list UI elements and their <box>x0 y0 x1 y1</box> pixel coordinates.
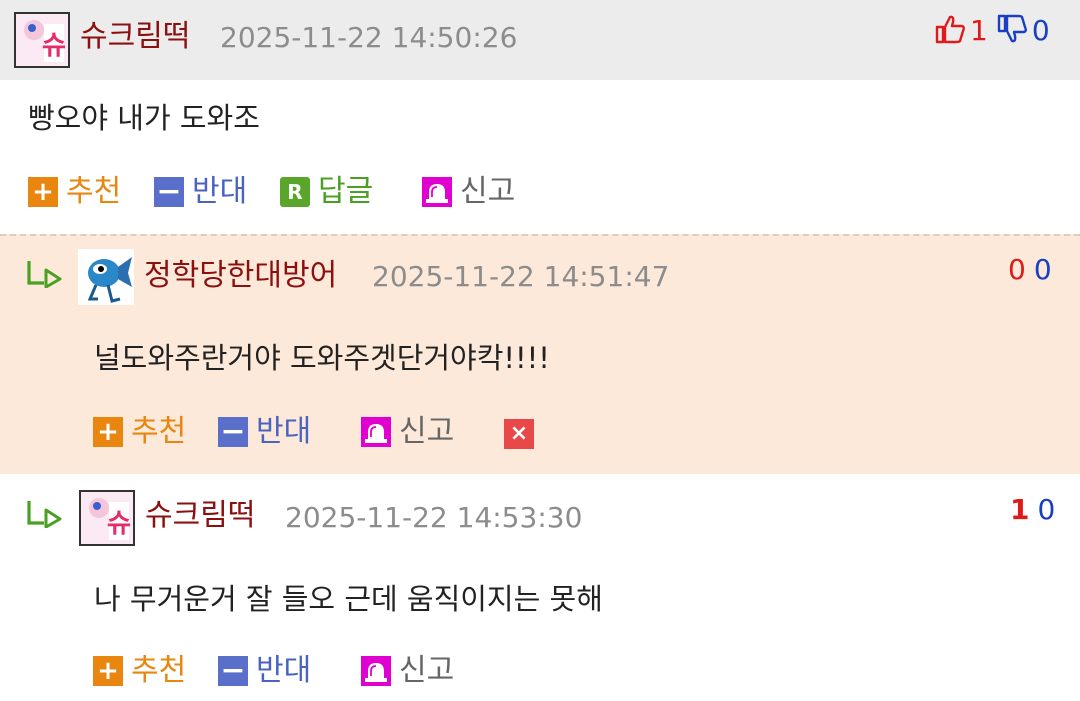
avatar-shucream-icon: 슈 <box>16 14 68 66</box>
recommend-button[interactable]: + 추천 <box>93 417 186 447</box>
report-label: 신고 <box>460 174 516 209</box>
minus-icon: − <box>154 177 184 207</box>
oppose-label: 반대 <box>256 653 312 688</box>
reply-arrow-icon <box>26 258 64 292</box>
siren-icon <box>361 656 391 686</box>
reply-button[interactable]: R 답글 <box>280 177 373 207</box>
downvote-count: 0 <box>1033 253 1052 286</box>
report-button[interactable]: 신고 <box>361 417 454 447</box>
plus-icon: + <box>93 417 123 447</box>
minus-icon: − <box>218 656 248 686</box>
report-label: 신고 <box>399 414 455 449</box>
thumbs-up-icon[interactable] <box>934 14 966 48</box>
comment-text: 나 무거운거 잘 들오 근데 움직이지는 못해 <box>94 582 603 616</box>
recommend-label: 추천 <box>131 414 187 449</box>
avatar[interactable]: 슈 <box>79 490 135 546</box>
comment-author[interactable]: 슈크림떡 <box>80 22 190 52</box>
vote-counter: 0 0 <box>1008 256 1052 284</box>
upvote-count: 1 <box>970 14 988 47</box>
comment-timestamp: 2025-11-22 14:53:30 <box>285 501 583 534</box>
comment-timestamp: 2025-11-22 14:51:47 <box>372 260 670 293</box>
vote-counter: 1 0 <box>934 14 1050 48</box>
vote-counter: 1 0 <box>1010 496 1055 524</box>
oppose-label: 반대 <box>256 414 312 449</box>
close-icon: × <box>504 419 534 449</box>
comment-text: 빵오야 내가 도와조 <box>28 101 260 135</box>
plus-icon: + <box>93 656 123 686</box>
svg-text:슈: 슈 <box>42 31 66 61</box>
svg-text:슈: 슈 <box>107 509 131 539</box>
report-button[interactable]: 신고 <box>422 177 515 207</box>
recommend-button[interactable]: + 추천 <box>28 177 121 207</box>
recommend-label: 추천 <box>131 653 187 688</box>
avatar-bluefish-icon <box>78 249 134 305</box>
reply-icon: R <box>280 177 310 207</box>
avatar[interactable] <box>78 249 134 305</box>
comment-text: 널도와주란거야 도와주겟단거야칵!!!! <box>94 341 550 375</box>
recommend-label: 추천 <box>66 174 122 209</box>
thumbs-down-icon[interactable] <box>996 14 1028 48</box>
oppose-button[interactable]: − 반대 <box>218 417 311 447</box>
downvote-count: 0 <box>1031 14 1050 47</box>
oppose-button[interactable]: − 반대 <box>218 656 311 686</box>
upvote-count: 1 <box>1010 493 1030 526</box>
plus-icon: + <box>28 177 58 207</box>
delete-button[interactable]: × <box>504 419 542 449</box>
siren-icon <box>361 417 391 447</box>
oppose-label: 반대 <box>192 174 248 209</box>
avatar-shucream-icon: 슈 <box>81 492 133 544</box>
comment-author[interactable]: 슈크림떡 <box>145 501 255 531</box>
comment-author[interactable]: 정학당한대방어 <box>144 261 337 291</box>
minus-icon: − <box>218 417 248 447</box>
reply-label: 답글 <box>318 174 374 209</box>
report-button[interactable]: 신고 <box>361 656 454 686</box>
siren-icon <box>422 177 452 207</box>
reply-arrow-icon <box>26 498 64 532</box>
downvote-count: 0 <box>1037 493 1056 526</box>
recommend-button[interactable]: + 추천 <box>93 656 186 686</box>
avatar[interactable]: 슈 <box>14 12 70 68</box>
comment-timestamp: 2025-11-22 14:50:26 <box>220 21 518 54</box>
report-label: 신고 <box>399 653 455 688</box>
upvote-count: 0 <box>1008 253 1026 286</box>
oppose-button[interactable]: − 반대 <box>154 177 247 207</box>
